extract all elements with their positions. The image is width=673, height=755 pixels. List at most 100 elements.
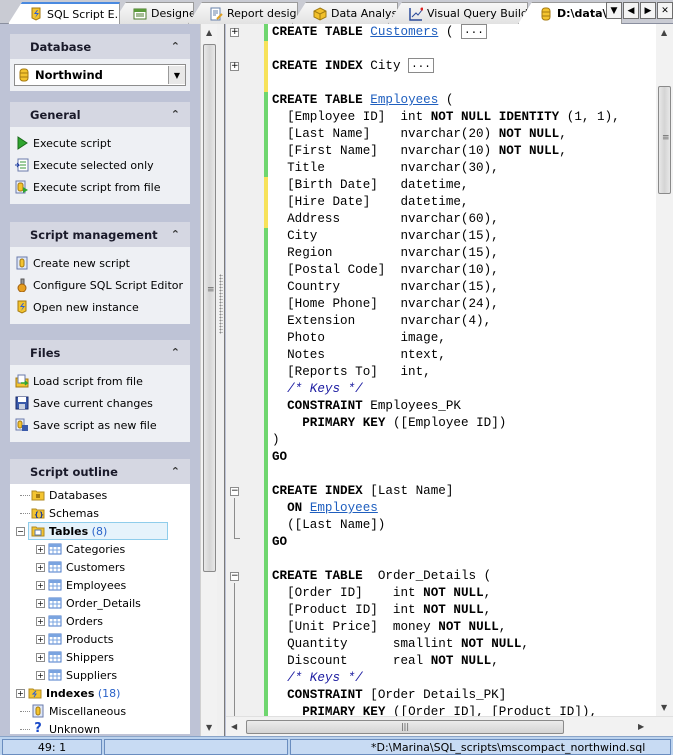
editor-hscroll-thumb[interactable]: ||| (246, 720, 564, 734)
code-line[interactable]: [Postal Code] nvarchar(10), (272, 262, 620, 279)
code-line[interactable]: [Unit Price] money NOT NULL, (272, 619, 620, 636)
expand-node-icon[interactable]: + (36, 670, 45, 680)
tab-sql-script-editor[interactable]: SQL Script E... (8, 2, 120, 24)
code-line[interactable] (272, 466, 620, 483)
code-line[interactable]: CREATE INDEX [Last Name] (272, 483, 620, 500)
editor-vscroll-thumb[interactable]: ≡ (658, 86, 671, 194)
tree-node-table[interactable]: + Categories (10, 540, 190, 558)
tree-node-table[interactable]: + Shippers (10, 648, 190, 666)
save-as-button[interactable]: Save script as new file (15, 414, 185, 436)
code-line[interactable]: ) (272, 432, 620, 449)
code-line[interactable]: ([Last Name]) (272, 517, 620, 534)
code-line[interactable]: Extension nvarchar(4), (272, 313, 620, 330)
code-line[interactable]: CREATE TABLE Employees ( (272, 92, 620, 109)
expand-fold-icon[interactable]: + (230, 28, 239, 37)
code-line[interactable]: Photo image, (272, 330, 620, 347)
tree-node-table[interactable]: + Order_Details (10, 594, 190, 612)
collapse-icon[interactable]: ⌃ (171, 346, 180, 359)
database-panel-header[interactable]: Database ⌃ (10, 34, 190, 59)
code-line[interactable]: [Reports To] int, (272, 364, 620, 381)
code-line[interactable]: [Employee ID] int NOT NULL IDENTITY (1, … (272, 109, 620, 126)
code-line[interactable] (272, 41, 620, 58)
object-link[interactable]: Customers (370, 25, 438, 39)
code-line[interactable]: /* Keys */ (272, 381, 620, 398)
tree-node-table[interactable]: + Customers (10, 558, 190, 576)
load-script-button[interactable]: Load script from file (15, 370, 185, 392)
code-line[interactable] (272, 551, 620, 568)
code-line[interactable]: CONSTRAINT Employees_PK (272, 398, 620, 415)
code-line[interactable]: [Product ID] int NOT NULL, (272, 602, 620, 619)
code-line[interactable]: Notes ntext, (272, 347, 620, 364)
tab-data-analysis[interactable]: Data Analysis (292, 2, 398, 24)
collapse-icon[interactable]: ⌃ (171, 40, 180, 53)
editor-horizontal-scrollbar[interactable]: ◀ ||| ▶ (226, 716, 673, 736)
expand-node-icon[interactable]: + (16, 688, 25, 698)
code-line[interactable]: /* Keys */ (272, 670, 620, 687)
tab-scroll-right-button[interactable]: ▶ (640, 2, 656, 19)
code-line[interactable]: CREATE TABLE Order_Details ( (272, 568, 620, 585)
create-new-script-button[interactable]: Create new script (15, 252, 185, 274)
code-line[interactable]: CREATE INDEX City ... (272, 58, 620, 75)
collapse-icon[interactable]: ⌃ (171, 108, 180, 121)
code-line[interactable]: [Home Phone] nvarchar(24), (272, 296, 620, 313)
scroll-up-icon[interactable]: ▲ (206, 28, 212, 37)
scroll-left-icon[interactable]: ◀ (231, 722, 237, 731)
tab-scroll-left-button[interactable]: ◀ (623, 2, 639, 19)
code-line[interactable]: [Last Name] nvarchar(20) NOT NULL, (272, 126, 620, 143)
tree-node-schemas[interactable]: {} Schemas (10, 504, 190, 522)
tree-node-table[interactable]: + Products (10, 630, 190, 648)
expand-node-icon[interactable]: + (36, 598, 45, 608)
expand-node-icon[interactable]: + (36, 634, 45, 644)
sidebar-scroll-thumb[interactable]: ≡ (203, 44, 216, 572)
expand-node-icon[interactable]: + (36, 544, 45, 554)
chevron-down-icon[interactable]: ▼ (168, 66, 185, 84)
script-management-header[interactable]: Script management ⌃ (10, 222, 190, 247)
database-select[interactable]: Northwind ▼ (14, 64, 186, 86)
tree-node-miscellaneous[interactable]: Miscellaneous (10, 702, 190, 720)
collapse-fold-icon[interactable]: − (230, 487, 239, 496)
open-new-instance-button[interactable]: Open new instance (15, 296, 185, 318)
panel-splitter[interactable] (217, 24, 225, 736)
expand-node-icon[interactable]: + (36, 616, 45, 626)
object-link[interactable]: Employees (310, 501, 378, 515)
code-line[interactable] (272, 75, 620, 92)
sidebar-scrollbar[interactable]: ▲ ≡ ▼ (200, 24, 217, 736)
expand-node-icon[interactable]: + (36, 562, 45, 572)
collapsed-block-button[interactable]: ... (461, 24, 487, 40)
code-line[interactable]: Discount real NOT NULL, (272, 653, 620, 670)
scroll-down-icon[interactable]: ▼ (206, 723, 212, 732)
code-line[interactable]: [Order ID] int NOT NULL, (272, 585, 620, 602)
tab-visual-query-builder[interactable]: Visual Query Builder (388, 2, 528, 24)
code-line[interactable]: CONSTRAINT [Order Details_PK] (272, 687, 620, 704)
code-line[interactable]: Quantity smallint NOT NULL, (272, 636, 620, 653)
tree-node-databases[interactable]: Databases (10, 486, 190, 504)
execute-selected-button[interactable]: Execute selected only (15, 154, 185, 176)
code-line[interactable]: Address nvarchar(60), (272, 211, 620, 228)
code-line[interactable]: [Birth Date] datetime, (272, 177, 620, 194)
expand-node-icon[interactable]: + (36, 580, 45, 590)
tab-designer[interactable]: Designer (112, 2, 194, 24)
code-line[interactable]: Region nvarchar(15), (272, 245, 620, 262)
code-area[interactable]: CREATE TABLE Customers ( ... CREATE INDE… (272, 24, 620, 721)
code-line[interactable]: ON Employees (272, 500, 620, 517)
execute-script-button[interactable]: Execute script (15, 132, 185, 154)
collapse-fold-icon[interactable]: − (230, 572, 239, 581)
general-panel-header[interactable]: General ⌃ (10, 102, 190, 127)
script-outline-header[interactable]: Script outline ⌃ (10, 459, 190, 484)
collapse-node-icon[interactable]: − (16, 526, 25, 536)
code-line[interactable]: [Hire Date] datetime, (272, 194, 620, 211)
collapsed-block-button[interactable]: ... (408, 58, 434, 74)
collapse-icon[interactable]: ⌃ (171, 465, 180, 478)
configure-editor-button[interactable]: Configure SQL Script Editor (15, 274, 185, 296)
tree-node-table[interactable]: + Employees (10, 576, 190, 594)
tab-list-dropdown-button[interactable]: ▼ (606, 2, 622, 19)
save-changes-button[interactable]: Save current changes (15, 392, 185, 414)
collapse-icon[interactable]: ⌃ (171, 228, 180, 241)
code-line[interactable]: [First Name] nvarchar(10) NOT NULL, (272, 143, 620, 160)
scroll-right-icon[interactable]: ▶ (638, 722, 644, 731)
code-line[interactable]: GO (272, 534, 620, 551)
sql-editor[interactable]: + + − − CREATE TABLE Customers ( ... CRE… (226, 24, 673, 736)
code-line[interactable]: GO (272, 449, 620, 466)
tree-node-table[interactable]: + Suppliers (10, 666, 190, 684)
code-line[interactable]: Title nvarchar(30), (272, 160, 620, 177)
